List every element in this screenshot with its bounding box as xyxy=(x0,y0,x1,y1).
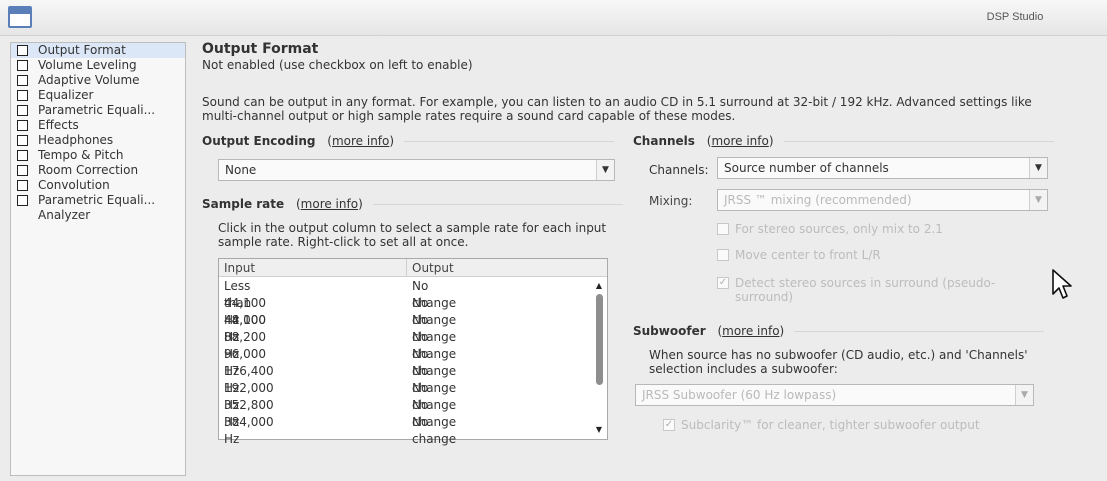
output-cell[interactable]: No change xyxy=(412,414,456,448)
window-title: DSP Studio xyxy=(986,11,1044,23)
checkbox-icon[interactable] xyxy=(17,75,28,86)
checkbox-icon[interactable] xyxy=(17,60,28,71)
sidebar-item-label: Convolution xyxy=(38,178,110,192)
section-subwoofer: Subwoofer (more info) xyxy=(633,324,1045,338)
sidebar-item-label: Room Correction xyxy=(38,163,139,177)
scrollbar-thumb[interactable] xyxy=(596,294,603,385)
sample-rate-table: Input Output Less than 44,100 Hz No chang… xyxy=(218,258,608,446)
sidebar-item-label: Tempo & Pitch xyxy=(38,148,124,162)
section-title: Channels xyxy=(633,134,695,148)
section-channels: Channels (more info) xyxy=(633,134,1054,148)
title-bar: DSP Studio xyxy=(0,0,1107,36)
sidebar: Output Format Volume Leveling Adaptive V… xyxy=(10,42,186,476)
column-header-input[interactable]: Input xyxy=(219,259,407,277)
sidebar-item-label: Headphones xyxy=(38,133,114,147)
mixing-select[interactable]: JRSS ™ mixing (recommended) ▼ xyxy=(717,189,1048,211)
section-title: Output Encoding xyxy=(202,134,316,148)
input-cell: 384,000 Hz xyxy=(224,415,274,446)
sidebar-item-room-correction[interactable]: Room Correction xyxy=(11,163,185,178)
description: Sound can be output in any format. For e… xyxy=(202,95,1032,123)
more-info-link[interactable]: more info xyxy=(711,134,768,148)
sidebar-item-label: Analyzer xyxy=(38,208,91,222)
checkbox-icon[interactable] xyxy=(17,165,28,176)
sidebar-item-volume-leveling[interactable]: Volume Leveling xyxy=(11,58,185,73)
column-header-output[interactable]: Output xyxy=(407,259,607,277)
checkbox-icon[interactable] xyxy=(17,120,28,131)
channels-select[interactable]: Source number of channels ▼ xyxy=(717,157,1048,179)
center-to-front-checkbox[interactable] xyxy=(717,249,729,261)
sidebar-item-label: Parametric Equali... xyxy=(38,103,156,117)
chevron-down-icon[interactable]: ▼ xyxy=(1029,190,1047,210)
sidebar-item-tempo-pitch[interactable]: Tempo & Pitch xyxy=(11,148,185,163)
section-sample-rate: Sample rate (more info) xyxy=(202,197,623,211)
mixing-label: Mixing: xyxy=(649,194,693,208)
sidebar-item-label: Adaptive Volume xyxy=(38,73,140,87)
checkbox-icon[interactable] xyxy=(17,180,28,191)
select-value: None xyxy=(225,163,257,177)
subclarity-checkbox[interactable]: ✓ xyxy=(663,419,675,431)
section-title: Subwoofer xyxy=(633,324,706,338)
chevron-down-icon[interactable]: ▼ xyxy=(1015,385,1033,405)
sidebar-item-adaptive-volume[interactable]: Adaptive Volume xyxy=(11,73,185,88)
sample-rate-instructions: Click in the output column to select a s… xyxy=(218,221,607,249)
sidebar-item-headphones[interactable]: Headphones xyxy=(11,133,185,148)
sidebar-item-parametric-equalizer[interactable]: Parametric Equali... xyxy=(11,103,185,118)
sidebar-item-convolution[interactable]: Convolution xyxy=(11,178,185,193)
sidebar-item-label: Equalizer xyxy=(38,88,94,102)
checkbox-icon[interactable] xyxy=(17,90,28,101)
sidebar-item-label: Parametric Equali... xyxy=(38,193,156,207)
app-window-icon[interactable] xyxy=(8,6,32,28)
detect-stereo-checkbox[interactable]: ✓ xyxy=(717,277,729,289)
output-encoding-select[interactable]: None ▼ xyxy=(218,159,615,181)
page-subtitle: Not enabled (use checkbox on left to ena… xyxy=(202,58,473,72)
sidebar-item-parametric-equalizer-2[interactable]: Parametric Equali... xyxy=(11,193,185,208)
sidebar-item-label: Output Format xyxy=(38,43,126,57)
checkbox-icon[interactable] xyxy=(17,45,28,56)
checkbox-icon[interactable] xyxy=(17,105,28,116)
mouse-pointer-icon xyxy=(1052,269,1072,299)
checkbox-icon[interactable] xyxy=(17,150,28,161)
divider xyxy=(404,141,615,142)
select-value: JRSS Subwoofer (60 Hz lowpass) xyxy=(642,388,837,402)
section-title: Sample rate xyxy=(202,197,285,211)
sidebar-item-label: Effects xyxy=(38,118,79,132)
sidebar-item-effects[interactable]: Effects xyxy=(11,118,185,133)
channels-label: Channels: xyxy=(649,163,709,177)
chevron-down-icon[interactable]: ▼ xyxy=(596,160,614,180)
chevron-down-icon[interactable]: ▼ xyxy=(1029,158,1047,178)
select-value: Source number of channels xyxy=(724,161,889,175)
center-to-front-label: Move center to front L/R xyxy=(735,248,881,262)
checkbox-icon[interactable] xyxy=(17,135,28,146)
subwoofer-instructions: When source has no subwoofer (CD audio, … xyxy=(649,348,1028,376)
divider xyxy=(794,331,1045,332)
scroll-down-icon[interactable]: ▼ xyxy=(593,425,605,434)
sidebar-item-output-format[interactable]: Output Format xyxy=(11,43,185,58)
divider xyxy=(372,204,623,205)
sidebar-item-equalizer[interactable]: Equalizer xyxy=(11,88,185,103)
divider xyxy=(783,141,1054,142)
page-title: Output Format xyxy=(202,41,319,57)
section-output-encoding: Output Encoding (more info) xyxy=(202,134,615,148)
checkbox-icon[interactable] xyxy=(17,195,28,206)
sidebar-item-analyzer[interactable]: Analyzer xyxy=(11,208,185,223)
subclarity-label: Subclarity™ for cleaner, tighter subwoof… xyxy=(681,418,980,432)
stereo-mix-checkbox[interactable] xyxy=(717,223,729,235)
main-panel: Output Format Not enabled (use checkbox … xyxy=(202,40,1097,446)
sidebar-item-label: Volume Leveling xyxy=(38,58,137,72)
more-info-link[interactable]: more info xyxy=(301,197,358,211)
more-info-link[interactable]: more info xyxy=(332,134,389,148)
scroll-up-icon[interactable]: ▲ xyxy=(593,281,605,290)
select-value: JRSS ™ mixing (recommended) xyxy=(724,193,912,207)
more-info-link[interactable]: more info xyxy=(722,324,779,338)
detect-stereo-label: Detect stereo sources in surround (pseud… xyxy=(735,276,996,304)
stereo-mix-label: For stereo sources, only mix to 2.1 xyxy=(735,222,943,236)
subwoofer-select[interactable]: JRSS Subwoofer (60 Hz lowpass) ▼ xyxy=(635,384,1034,406)
